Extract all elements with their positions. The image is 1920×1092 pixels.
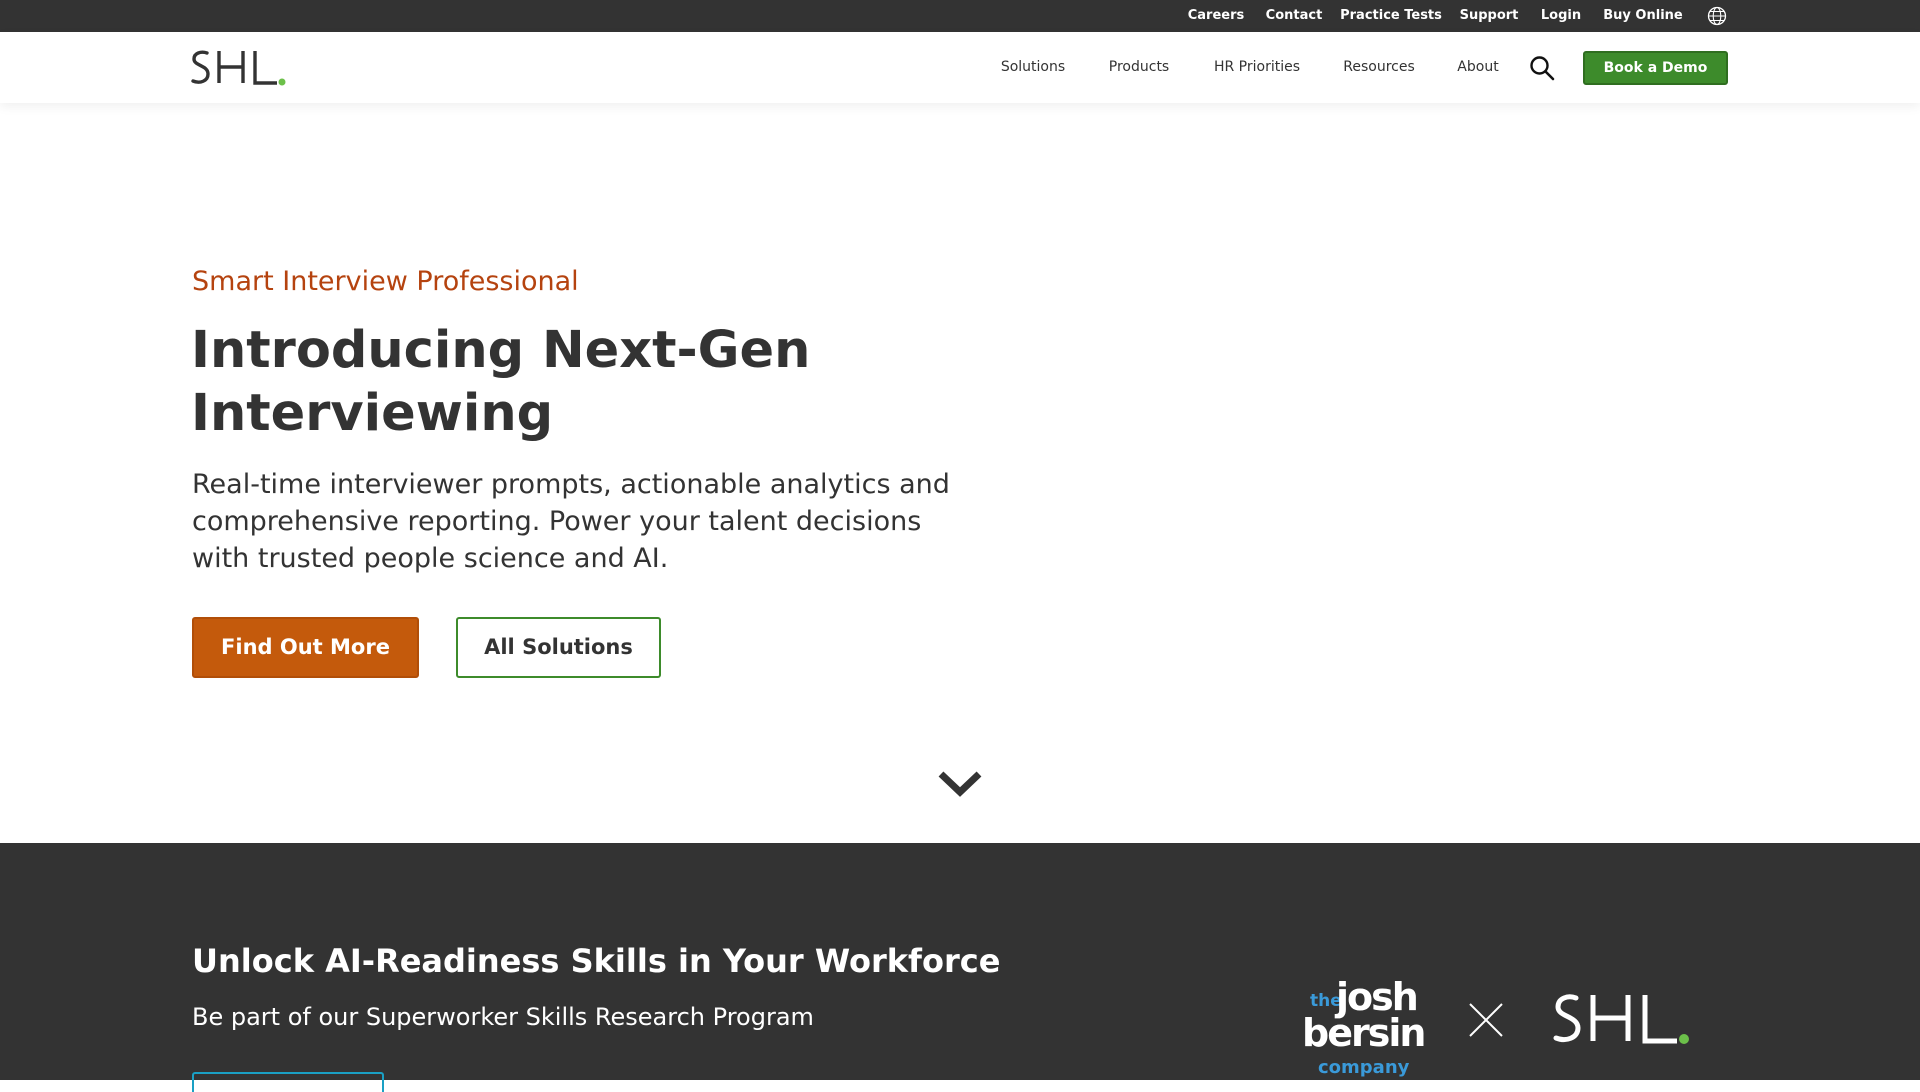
promo-title: Unlock AI-Readiness Skills in Your Workf… bbox=[192, 942, 1001, 980]
close-icon bbox=[1469, 1003, 1503, 1037]
utility-link-practice-tests[interactable]: Practice Tests bbox=[1340, 0, 1442, 32]
utility-link-careers[interactable]: Careers bbox=[1188, 0, 1245, 32]
promo-subtitle: Be part of our Superworker Skills Resear… bbox=[192, 1003, 814, 1031]
main-navigation: Solutions Products HR Priorities Resourc… bbox=[0, 32, 1920, 103]
find-out-more-button[interactable]: Find Out More bbox=[192, 617, 419, 678]
utility-bar: Careers Contact Practice Tests Support L… bbox=[0, 0, 1920, 32]
nav-about[interactable]: About bbox=[1457, 32, 1498, 103]
globe-icon[interactable] bbox=[1707, 6, 1727, 26]
utility-link-login[interactable]: Login bbox=[1541, 0, 1581, 32]
chevron-down-icon[interactable] bbox=[937, 768, 983, 798]
shl-logo-white bbox=[1553, 994, 1689, 1044]
hero-description: Real-time interviewer prompts, actionabl… bbox=[192, 469, 950, 574]
nav-hr-priorities[interactable]: HR Priorities bbox=[1214, 32, 1300, 103]
nav-products[interactable]: Products bbox=[1109, 32, 1169, 103]
hero-eyebrow: Smart Interview Professional bbox=[192, 266, 579, 297]
shl-logo[interactable] bbox=[191, 47, 287, 89]
promo-button[interactable] bbox=[192, 1072, 384, 1092]
josh-bersin-company-logo: the josh bersin company bbox=[1302, 975, 1426, 1081]
utility-link-support[interactable]: Support bbox=[1460, 0, 1519, 32]
search-icon[interactable] bbox=[1529, 55, 1555, 81]
utility-link-buy-online[interactable]: Buy Online bbox=[1603, 0, 1682, 32]
nav-resources[interactable]: Resources bbox=[1343, 32, 1415, 103]
nav-solutions[interactable]: Solutions bbox=[1001, 32, 1065, 103]
josh-bersin-logo-bersin: bersin bbox=[1302, 1011, 1426, 1055]
utility-link-contact[interactable]: Contact bbox=[1266, 0, 1323, 32]
hero-title: Introducing Next-Gen Interviewing bbox=[191, 321, 811, 443]
book-demo-button[interactable]: Book a Demo bbox=[1583, 51, 1728, 85]
josh-bersin-logo-company: company bbox=[1318, 1057, 1410, 1078]
all-solutions-button[interactable]: All Solutions bbox=[456, 617, 661, 678]
